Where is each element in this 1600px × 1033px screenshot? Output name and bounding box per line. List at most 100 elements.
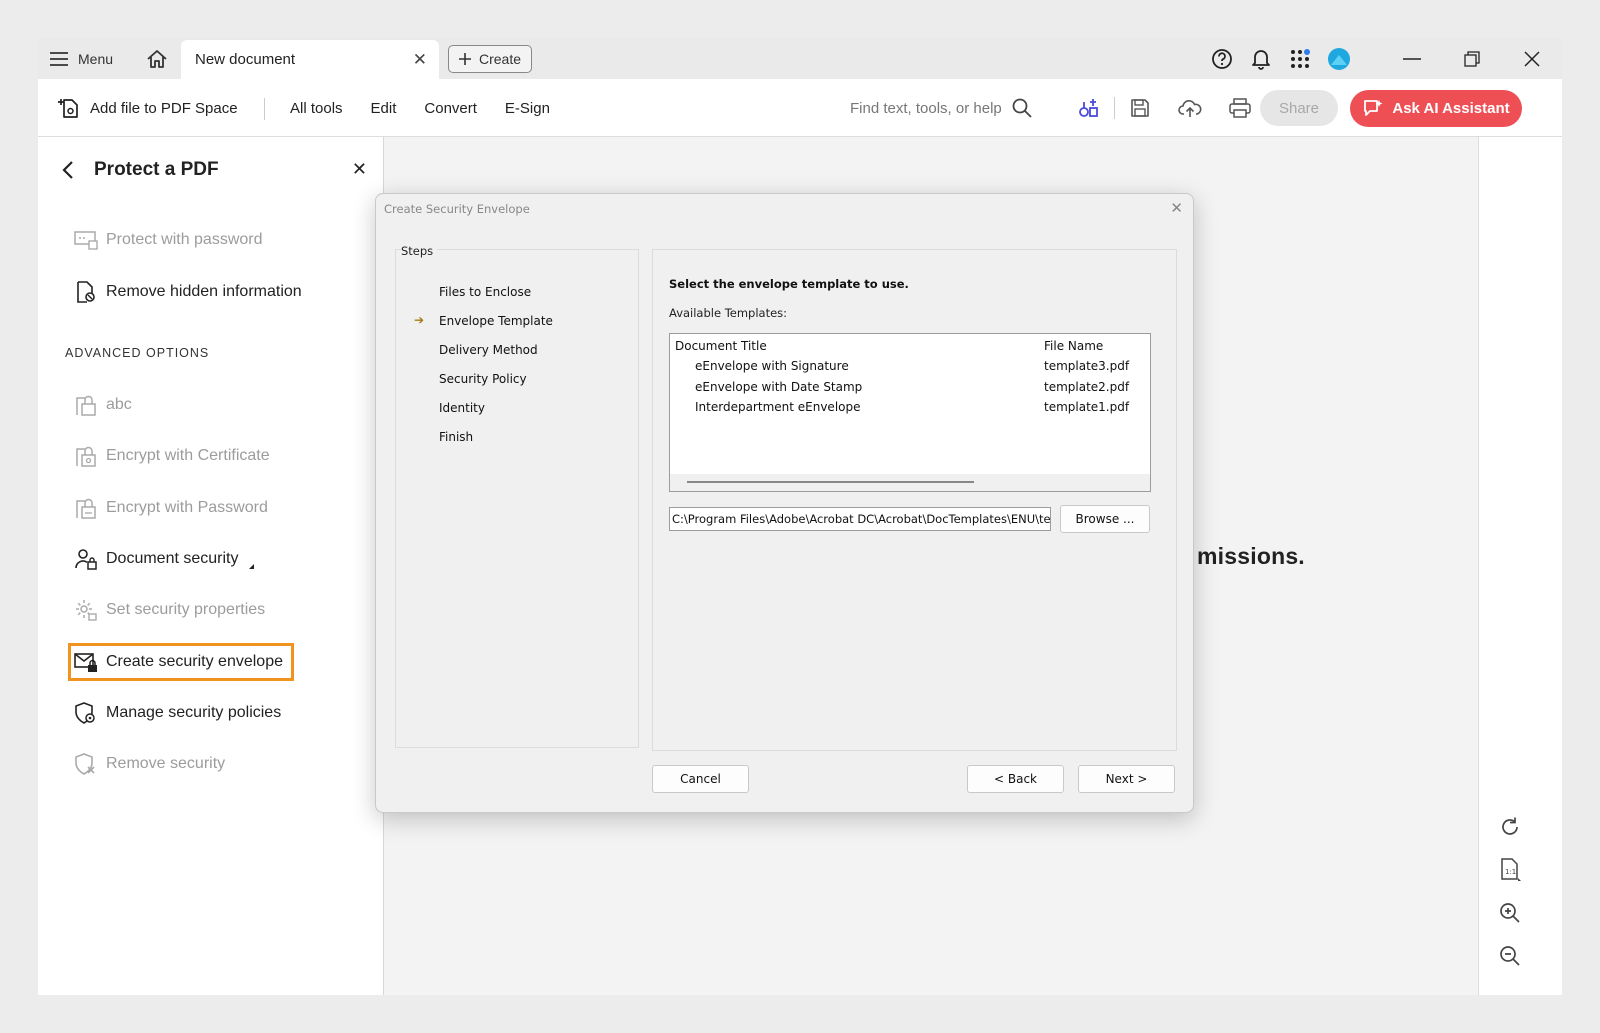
panel-title: Protect a PDF — [94, 159, 219, 180]
horizontal-scrollbar[interactable] — [670, 474, 1150, 491]
close-window-button[interactable] — [1502, 38, 1562, 79]
help-icon — [1211, 48, 1232, 69]
page-actual-size-icon: 1:1 — [1501, 858, 1521, 881]
hamburger-icon — [50, 51, 68, 66]
lock-document-icon — [76, 395, 96, 416]
submenu-triangle-icon — [248, 563, 254, 569]
tab-close-icon[interactable]: ✕ — [413, 50, 427, 70]
home-button[interactable] — [140, 38, 174, 79]
add-file-icon — [58, 99, 78, 118]
search-icon — [1012, 98, 1032, 118]
cancel-button[interactable]: Cancel — [652, 765, 749, 793]
home-icon — [147, 49, 167, 68]
column-document-title[interactable]: Document Title — [675, 339, 767, 353]
create-security-envelope-dialog: Create Security Envelope ✕ Steps Files t… — [375, 193, 1194, 813]
document-tab[interactable]: New document ✕ — [181, 40, 439, 79]
menu-button[interactable]: Menu — [50, 38, 113, 79]
encrypt-with-certificate-item[interactable]: Encrypt with Certificate — [74, 441, 270, 471]
step-content-group — [652, 249, 1177, 751]
abc-item[interactable]: abc — [74, 390, 132, 420]
document-gear-icon — [77, 281, 95, 303]
share-button[interactable]: Share — [1260, 90, 1338, 126]
toolbar-tools — [1064, 79, 1266, 137]
restore-button[interactable] — [1442, 38, 1502, 79]
menu-convert[interactable]: Convert — [424, 100, 477, 117]
restore-icon — [1464, 50, 1480, 67]
protect-with-password-label: Protect with password — [106, 231, 263, 248]
remove-hidden-information-item[interactable]: Remove hidden information — [74, 277, 302, 307]
toolbar-divider — [264, 98, 265, 120]
rotate-button[interactable] — [1495, 812, 1525, 842]
templates-list[interactable]: Document Title File Name eEnvelope with … — [669, 333, 1151, 492]
lock-certificate-icon — [76, 446, 96, 467]
actual-size-button[interactable]: 1:1 — [1495, 855, 1525, 885]
password-field-icon — [74, 231, 98, 250]
back-button[interactable]: < Back — [967, 765, 1064, 793]
zoom-out-button[interactable] — [1495, 941, 1525, 971]
zoom-in-button[interactable] — [1495, 898, 1525, 928]
step-envelope-template: Envelope Template — [439, 314, 553, 328]
right-tool-rail: 1:1 — [1478, 137, 1562, 995]
printer-icon — [1229, 98, 1251, 118]
create-security-envelope-item[interactable]: Create security envelope — [74, 647, 283, 677]
menu-e-sign[interactable]: E-Sign — [505, 100, 550, 117]
create-label: Create — [478, 51, 522, 67]
advanced-options-heading: ADVANCED OPTIONS — [65, 346, 210, 360]
panel-header: Protect a PDF ✕ — [62, 155, 367, 185]
step-finish: Finish — [439, 430, 474, 444]
ai-tools-button[interactable] — [1064, 79, 1114, 137]
apps-button[interactable] — [1280, 38, 1319, 79]
remove-security-label: Remove security — [106, 755, 226, 772]
remove-security-item[interactable]: Remove security — [74, 749, 225, 779]
panel-close-icon[interactable]: ✕ — [352, 159, 367, 180]
help-button[interactable] — [1202, 38, 1241, 79]
create-button[interactable]: Create — [448, 45, 532, 73]
cloud-upload-icon — [1178, 100, 1202, 117]
menu-label: Menu — [78, 50, 114, 67]
available-templates-label: Available Templates: — [669, 306, 788, 320]
encrypt-with-password-label: Encrypt with Password — [106, 499, 268, 516]
upload-button[interactable] — [1165, 79, 1215, 137]
manage-security-policies-label: Manage security policies — [106, 704, 282, 721]
minimize-icon — [1403, 57, 1421, 60]
browse-button[interactable]: Browse ... — [1060, 505, 1150, 533]
plus-icon — [458, 53, 471, 65]
remove-hidden-information-label: Remove hidden information — [106, 283, 302, 300]
next-button[interactable]: Next > — [1078, 765, 1175, 793]
column-file-name[interactable]: File Name — [1044, 339, 1103, 353]
document-security-item[interactable]: Document security — [74, 544, 254, 574]
ai-assistant-icon — [1364, 99, 1383, 116]
current-step-arrow-icon: ➔ — [414, 313, 425, 327]
encrypt-with-password-item[interactable]: Encrypt with Password — [74, 493, 268, 523]
print-button[interactable] — [1215, 79, 1265, 137]
ai-tools-icon — [1079, 99, 1098, 117]
minimize-button[interactable] — [1382, 38, 1442, 79]
rotate-icon — [1502, 817, 1518, 835]
save-button[interactable] — [1115, 79, 1165, 137]
ask-ai-assistant-button[interactable]: Ask AI Assistant — [1350, 90, 1522, 127]
dialog-close-icon[interactable]: ✕ — [1170, 199, 1183, 217]
dialog-title: Create Security Envelope — [384, 202, 530, 216]
zoom-in-icon — [1500, 903, 1520, 923]
encrypt-with-certificate-label: Encrypt with Certificate — [106, 447, 270, 464]
template-file: template1.pdf — [1044, 400, 1130, 414]
ask-ai-label: Ask AI Assistant — [1392, 100, 1510, 117]
add-file-button[interactable]: Add file to PDF Space — [58, 79, 238, 137]
manage-security-policies-item[interactable]: Manage security policies — [74, 698, 281, 728]
back-arrow-icon[interactable] — [62, 160, 74, 180]
find-search[interactable]: Find text, tools, or help — [850, 79, 1032, 137]
envelope-lock-icon — [74, 653, 97, 672]
menu-all-tools[interactable]: All tools — [290, 100, 343, 117]
gear-lock-icon — [76, 600, 97, 621]
profile-button[interactable] — [1319, 38, 1358, 79]
template-title: eEnvelope with Signature — [695, 359, 849, 373]
protect-with-password-item[interactable]: Protect with password — [74, 225, 263, 255]
set-security-properties-item[interactable]: Set security properties — [74, 595, 265, 625]
bell-icon — [1251, 49, 1270, 70]
menu-edit[interactable]: Edit — [371, 100, 397, 117]
step-files-to-enclose: Files to Enclose — [439, 285, 532, 299]
notifications-button[interactable] — [1241, 38, 1280, 79]
title-bar-actions — [1202, 38, 1562, 79]
scrollbar-thumb[interactable] — [687, 481, 974, 483]
template-path-input[interactable]: C:\Program Files\Adobe\Acrobat DC\Acroba… — [669, 507, 1051, 531]
